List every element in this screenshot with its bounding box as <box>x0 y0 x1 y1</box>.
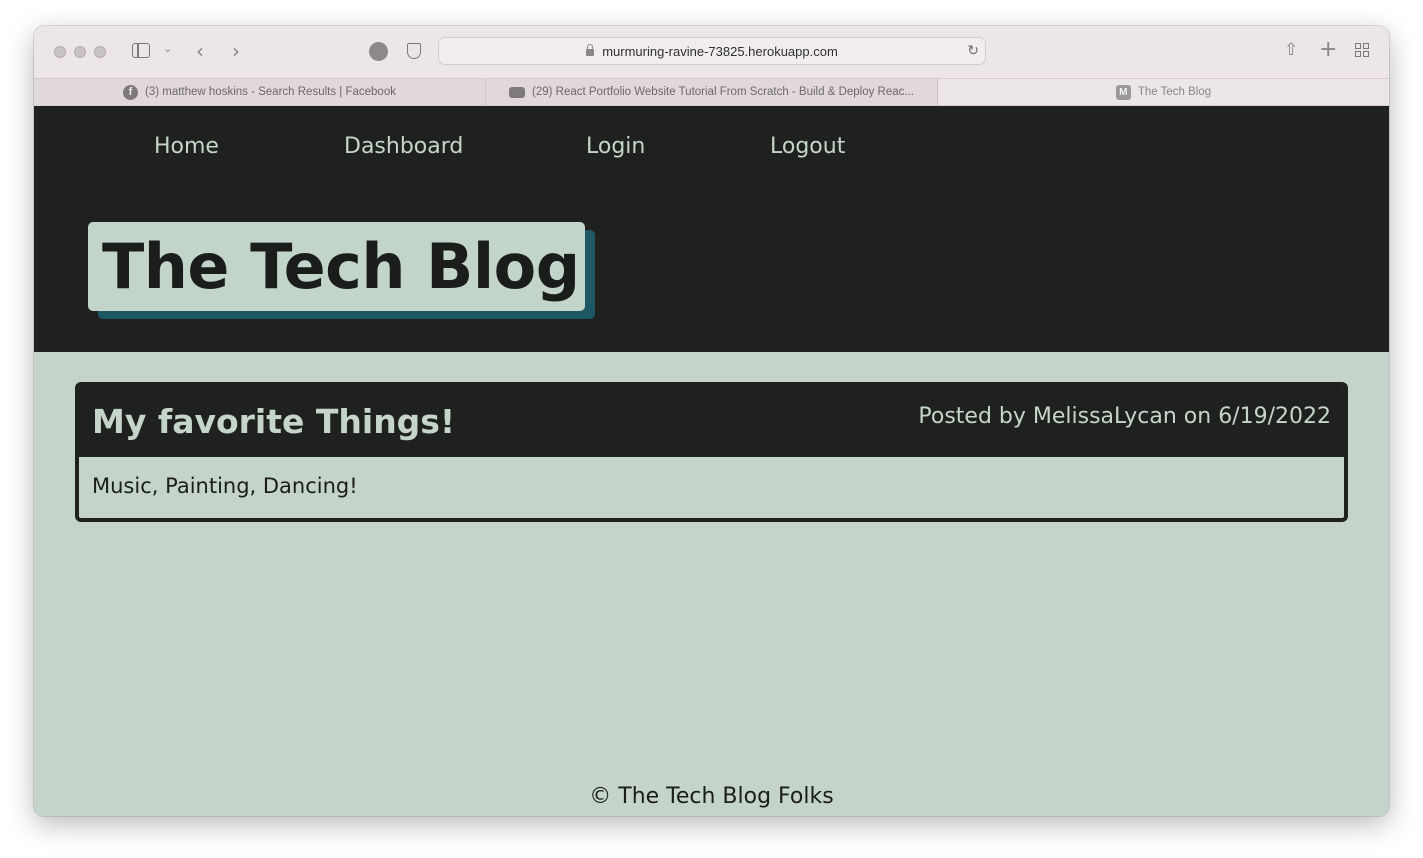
share-icon[interactable]: ⇧ <box>1284 40 1298 60</box>
tab-tech-blog[interactable]: M The Tech Blog <box>938 79 1389 105</box>
tab-label: The Tech Blog <box>1137 86 1212 98</box>
chevron-down-icon[interactable]: ⌄ <box>163 42 172 55</box>
reload-icon[interactable]: ↻ <box>967 42 979 59</box>
m-icon: M <box>1115 84 1131 100</box>
address-bar[interactable]: murmuring-ravine-73825.herokuapp.com ↻ <box>438 37 986 65</box>
tab-label: (3) matthew hoskins - Search Results | F… <box>145 86 396 98</box>
zoom-window-button[interactable] <box>94 46 106 58</box>
back-icon[interactable]: ‹ <box>196 39 204 63</box>
nav-login-link[interactable]: Login <box>586 134 645 159</box>
nav-dashboard-link[interactable]: Dashboard <box>344 134 463 159</box>
site-footer: © The Tech Blog Folks <box>589 784 834 809</box>
nav-logout-link[interactable]: Logout <box>770 134 845 159</box>
tab-overview-icon[interactable] <box>1355 43 1369 57</box>
tab-facebook[interactable]: f (3) matthew hoskins - Search Results |… <box>34 79 486 105</box>
tab-bar: f (3) matthew hoskins - Search Results |… <box>34 78 1389 106</box>
post-card[interactable]: My favorite Things! Posted by MelissaLyc… <box>75 382 1348 522</box>
sidebar-toggle-icon[interactable] <box>132 43 150 58</box>
privacy-shield-icon[interactable] <box>407 43 421 59</box>
site-header: Home Dashboard Login Logout The Tech Blo… <box>34 106 1389 352</box>
lock-icon <box>586 43 595 56</box>
minimize-window-button[interactable] <box>74 46 86 58</box>
post-header: My favorite Things! Posted by MelissaLyc… <box>79 386 1344 457</box>
facebook-icon: f <box>123 84 138 100</box>
post-title[interactable]: My favorite Things! <box>92 402 455 441</box>
post-body: Music, Painting, Dancing! <box>92 474 358 498</box>
post-meta: Posted by MelissaLycan on 6/19/2022 <box>918 404 1331 429</box>
site-brand: The Tech Blog <box>88 222 595 319</box>
nav-home-link[interactable]: Home <box>154 134 219 159</box>
youtube-icon <box>509 86 525 98</box>
grammarly-extension-icon[interactable] <box>369 42 388 61</box>
new-tab-icon[interactable]: + <box>1319 37 1337 62</box>
url-text: murmuring-ravine-73825.herokuapp.com <box>602 43 838 59</box>
forward-icon[interactable]: › <box>232 39 240 63</box>
browser-window: ⌄ ‹ › murmuring-ravine-73825.herokuapp.c… <box>34 26 1389 816</box>
browser-toolbar: ⌄ ‹ › murmuring-ravine-73825.herokuapp.c… <box>34 26 1389 78</box>
close-window-button[interactable] <box>54 46 66 58</box>
tab-youtube[interactable]: (29) React Portfolio Website Tutorial Fr… <box>486 79 938 105</box>
site-title: The Tech Blog <box>88 222 585 311</box>
web-page: Home Dashboard Login Logout The Tech Blo… <box>34 106 1389 816</box>
tab-label: (29) React Portfolio Website Tutorial Fr… <box>532 86 914 98</box>
